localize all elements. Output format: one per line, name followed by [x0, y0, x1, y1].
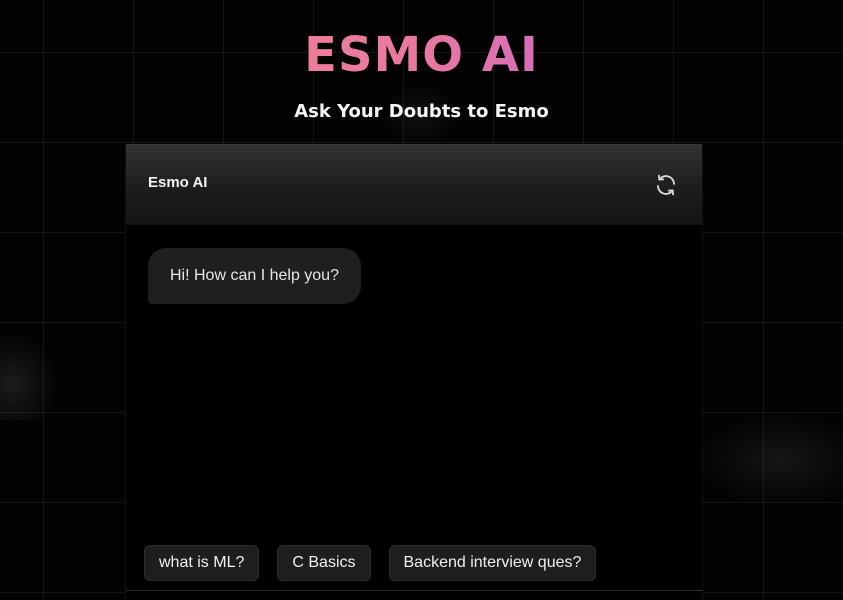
- suggestion-chip-backend-interview[interactable]: Backend interview ques?: [388, 545, 597, 581]
- page-subtitle: Ask Your Doubts to Esmo: [294, 101, 549, 122]
- background-glow: [0, 330, 60, 420]
- suggestion-chips: what is ML? C Basics Backend interview q…: [144, 545, 597, 581]
- refresh-icon[interactable]: [654, 173, 678, 197]
- brand-title: ESMO AI: [0, 26, 843, 84]
- assistant-message: Hi! How can I help you?: [148, 248, 361, 304]
- suggestion-chip-what-is-ml[interactable]: what is ML?: [144, 545, 260, 581]
- background-glow: [693, 410, 843, 510]
- message-list: Hi! How can I help you?: [148, 248, 361, 304]
- suggestion-chip-c-basics[interactable]: C Basics: [277, 545, 371, 581]
- chat-header: Esmo AI: [126, 144, 702, 225]
- chat-title: Esmo AI: [148, 174, 208, 191]
- chat-window: Esmo AI Hi! How can I help you? what is …: [125, 144, 703, 600]
- divider: [126, 590, 702, 591]
